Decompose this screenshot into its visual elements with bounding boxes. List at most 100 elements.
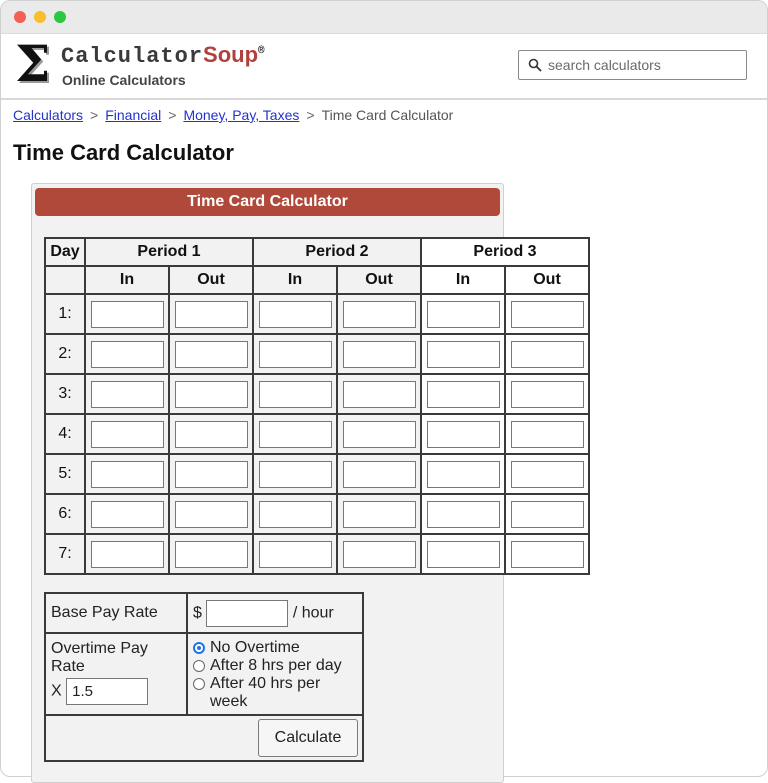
search-input[interactable] — [548, 57, 738, 73]
period-2-out-input[interactable] — [342, 500, 416, 528]
period-1-in-input[interactable] — [90, 340, 164, 368]
period-2-in-input[interactable] — [258, 380, 332, 408]
maximize-window-button[interactable] — [54, 11, 66, 23]
day-row: 7: — [44, 533, 590, 575]
radio-after-40-hrs[interactable] — [193, 678, 205, 690]
time-cell — [84, 533, 170, 575]
period-2-out-input[interactable] — [342, 380, 416, 408]
time-cell — [252, 413, 338, 455]
time-cell — [336, 373, 422, 415]
period-1-out-input[interactable] — [174, 460, 248, 488]
day-row: 3: — [44, 373, 590, 415]
period-1-out-input[interactable] — [174, 340, 248, 368]
period-1-out-input[interactable] — [174, 380, 248, 408]
period-2-in-input[interactable] — [258, 460, 332, 488]
period-2-in-input[interactable] — [258, 300, 332, 328]
search-box[interactable] — [518, 50, 747, 80]
currency-symbol: $ — [193, 604, 202, 622]
period-1-out-input[interactable] — [174, 300, 248, 328]
option-label: No Overtime — [210, 639, 300, 656]
period-1-out-input[interactable] — [174, 500, 248, 528]
day-label: 4: — [44, 413, 86, 455]
overtime-multiplier-input[interactable]: 1.5 — [66, 678, 149, 705]
breadcrumb-money-pay-taxes[interactable]: Money, Pay, Taxes — [183, 107, 299, 123]
period-2-in-input[interactable] — [258, 500, 332, 528]
day-row: 6: — [44, 493, 590, 535]
period-2-in-input[interactable] — [258, 540, 332, 568]
time-cell — [420, 293, 506, 335]
time-cell — [252, 533, 338, 575]
day-row: 4: — [44, 413, 590, 455]
time-cell — [420, 533, 506, 575]
logo-registered-mark: ® — [258, 45, 266, 58]
breadcrumb-financial[interactable]: Financial — [105, 107, 161, 123]
period-2-out-input[interactable] — [342, 340, 416, 368]
period-3-out-input[interactable] — [510, 460, 584, 488]
period-3-in-input[interactable] — [426, 340, 500, 368]
period-1-header: Period 1 — [84, 237, 254, 267]
day-row: 2: — [44, 333, 590, 375]
period-3-out-input[interactable] — [510, 340, 584, 368]
out-header: Out — [504, 265, 590, 295]
overtime-options: No Overtime After 8 hrs per day After 40… — [186, 632, 364, 716]
period-1-in-input[interactable] — [90, 420, 164, 448]
logo-sigma-icon[interactable]: Σ — [15, 36, 50, 92]
per-hour-label: / hour — [292, 604, 334, 622]
period-3-in-input[interactable] — [426, 460, 500, 488]
period-3-out-input[interactable] — [510, 540, 584, 568]
site-logo[interactable]: CalculatorSoup® — [61, 42, 266, 69]
out-header: Out — [168, 265, 254, 295]
day-subheader — [44, 265, 86, 295]
period-2-out-input[interactable] — [342, 420, 416, 448]
time-cell — [168, 373, 254, 415]
time-cell — [336, 293, 422, 335]
period-2-out-input[interactable] — [342, 460, 416, 488]
period-3-in-input[interactable] — [426, 500, 500, 528]
period-1-out-input[interactable] — [174, 540, 248, 568]
period-3-out-input[interactable] — [510, 380, 584, 408]
breadcrumb-calculators[interactable]: Calculators — [13, 107, 83, 123]
option-label: After 8 hrs per day — [210, 657, 342, 674]
close-window-button[interactable] — [14, 11, 26, 23]
period-2-in-input[interactable] — [258, 420, 332, 448]
time-cell — [84, 293, 170, 335]
period-3-out-input[interactable] — [510, 500, 584, 528]
breadcrumb-separator: > — [306, 107, 315, 123]
minimize-window-button[interactable] — [34, 11, 46, 23]
time-cell — [252, 493, 338, 535]
day-label: 6: — [44, 493, 86, 535]
base-pay-input[interactable] — [206, 599, 289, 627]
period-2-out-input[interactable] — [342, 300, 416, 328]
period-2-in-input[interactable] — [258, 340, 332, 368]
logo-name: Calculator — [61, 44, 204, 69]
period-1-in-input[interactable] — [90, 380, 164, 408]
period-1-in-input[interactable] — [90, 500, 164, 528]
radio-no-overtime[interactable] — [193, 642, 205, 654]
period-3-in-input[interactable] — [426, 300, 500, 328]
time-cell — [420, 493, 506, 535]
time-cell — [336, 413, 422, 455]
time-cell — [252, 293, 338, 335]
period-3-out-input[interactable] — [510, 300, 584, 328]
time-cell — [504, 293, 590, 335]
time-cell — [336, 533, 422, 575]
period-1-out-input[interactable] — [174, 420, 248, 448]
period-3-out-input[interactable] — [510, 420, 584, 448]
period-2-out-input[interactable] — [342, 540, 416, 568]
option-after-8-hrs[interactable]: After 8 hrs per day — [193, 657, 362, 675]
period-1-in-input[interactable] — [90, 460, 164, 488]
base-pay-label: Base Pay Rate — [44, 592, 188, 634]
option-no-overtime[interactable]: No Overtime — [193, 639, 362, 657]
calculate-button[interactable]: Calculate — [258, 719, 358, 757]
period-3-in-input[interactable] — [426, 380, 500, 408]
period-3-in-input[interactable] — [426, 420, 500, 448]
day-row: 5: — [44, 453, 590, 495]
period-1-in-input[interactable] — [90, 300, 164, 328]
search-icon — [528, 58, 542, 72]
period-1-in-input[interactable] — [90, 540, 164, 568]
time-cell — [420, 413, 506, 455]
period-3-in-input[interactable] — [426, 540, 500, 568]
time-cell — [168, 413, 254, 455]
radio-after-8-hrs[interactable] — [193, 660, 205, 672]
option-after-40-hrs[interactable]: After 40 hrs per week — [193, 675, 362, 711]
